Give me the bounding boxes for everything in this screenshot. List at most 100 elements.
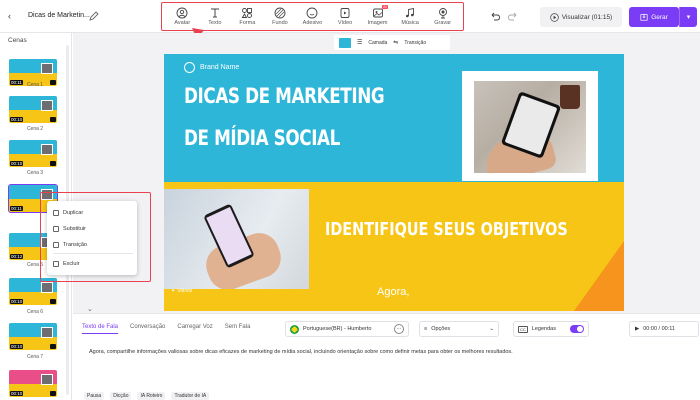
scene-duration: 00:10 <box>10 344 24 349</box>
scene-thumbnail[interactable]: 00:10 <box>9 278 57 305</box>
tab-no-speech[interactable]: Sem Fala <box>225 324 251 334</box>
scene-duration: 00:12 <box>10 254 24 259</box>
options-select[interactable]: ≡ Opções ⌄ <box>419 321 499 337</box>
tab-text-to-speech[interactable]: Texto de Fala <box>82 324 119 334</box>
scene-label: Cena 6 <box>26 309 44 315</box>
menu-item-label: Excluir <box>63 261 80 267</box>
menu-item-transition[interactable]: Transição <box>53 239 87 251</box>
tool-sticker[interactable]: Adesivo <box>298 7 326 26</box>
ai-script-button[interactable]: IA Roteiro <box>137 392 166 400</box>
preview-button[interactable]: Visualizar (01:15) <box>540 7 622 27</box>
phone-photo-top[interactable] <box>462 71 598 181</box>
chevron-down-icon: ⌄ <box>489 326 494 332</box>
menu-item-delete[interactable]: Excluir <box>53 258 80 270</box>
background-icon <box>274 7 286 19</box>
narration-textarea[interactable]: Agora, compartilhe informações valiosas … <box>89 349 689 355</box>
chevron-down-icon[interactable]: ⌄ <box>87 305 93 313</box>
menu-divider <box>53 253 133 254</box>
voice-name: Portuguese(BR) - Humberto <box>303 326 372 332</box>
brand-name: Brand Name <box>200 64 240 71</box>
scene-thumbnail[interactable]: 00:10 <box>9 323 57 350</box>
brazil-flag-icon <box>290 324 299 334</box>
watermark-logo: ✦ Vidnoz <box>171 288 192 294</box>
more-icon[interactable]: ··· <box>394 324 404 334</box>
record-icon <box>438 8 447 19</box>
tool-label: Fundo <box>272 20 288 26</box>
text-icon <box>210 8 219 18</box>
pause-button[interactable]: Pausa <box>84 392 105 400</box>
brand-block[interactable]: Brand Name <box>184 62 239 73</box>
music-icon <box>50 80 56 85</box>
tool-shapes[interactable]: Forma <box>233 7 261 26</box>
slide-canvas[interactable]: Brand Name DICAS DE MARKETING DE MÍDIA S… <box>164 54 624 311</box>
chevron-left-icon[interactable]: ‹ <box>8 11 11 21</box>
layer-button[interactable]: Camada <box>368 40 387 46</box>
music-icon <box>50 391 56 396</box>
music-icon <box>50 344 56 349</box>
shapes-icon <box>242 8 253 18</box>
pencil-icon[interactable] <box>88 10 100 22</box>
captions-toggle[interactable] <box>570 325 584 333</box>
menu-item-label: Transição <box>63 242 87 248</box>
scene-label: Cena 1 <box>26 82 44 88</box>
tab-conversation[interactable]: Conversação <box>130 324 165 334</box>
slide-corner-shape <box>574 241 624 311</box>
sliders-icon: ≡ <box>424 326 428 332</box>
diction-button[interactable]: Dicção <box>110 392 132 400</box>
generate-button[interactable]: Gerar <box>629 7 679 27</box>
scene-label: Cena 3 <box>26 170 44 176</box>
tab-upload-voice[interactable]: Carregar Voz <box>177 324 212 334</box>
duplicate-icon <box>53 210 59 216</box>
redo-icon[interactable] <box>507 10 519 22</box>
captions-label: Legendas <box>531 326 556 332</box>
menu-item-duplicate[interactable]: Duplicar <box>53 207 83 219</box>
tool-video[interactable]: Vídeo <box>331 7 359 26</box>
project-title[interactable]: Dicas de Marketin... <box>28 12 90 19</box>
tool-text[interactable]: Texto <box>201 7 229 26</box>
music-icon <box>406 7 415 18</box>
menu-item-replace[interactable]: Substituir <box>53 223 86 235</box>
slide-subtitle[interactable]: IDENTIFIQUE SEUS OBJETIVOS <box>325 219 568 240</box>
scene-thumbnail[interactable]: 00:10 <box>9 140 57 167</box>
scene-thumbnail[interactable]: 00:10 <box>9 96 57 123</box>
generate-dropdown-button[interactable]: ▾ <box>679 7 697 27</box>
ai-badge: AI <box>382 5 388 9</box>
scene-label: Cena 2 <box>26 126 44 132</box>
slide-caption[interactable]: Agora, <box>377 286 409 298</box>
scene-duration: 00:10 <box>10 161 24 166</box>
tool-label: Música <box>401 20 419 26</box>
undo-icon[interactable] <box>489 10 501 22</box>
ai-translator-button[interactable]: Tradutor de IA <box>171 392 210 400</box>
captions-toggle-box: CC Legendas <box>513 321 589 337</box>
tool-avatar[interactable]: Avatar <box>168 7 196 26</box>
tool-image[interactable]: AI Imagem <box>364 5 392 26</box>
scene-thumbnail[interactable]: 00:10 <box>9 370 57 397</box>
voice-select[interactable]: Portuguese(BR) - Humberto ··· <box>285 321 409 337</box>
color-swatch[interactable] <box>339 37 351 48</box>
trash-icon <box>53 261 59 267</box>
generate-label: Gerar <box>651 13 668 21</box>
transition-button[interactable]: Transição <box>404 40 426 46</box>
music-icon <box>50 117 56 122</box>
scene-duration: 00:10 <box>10 117 24 122</box>
slide-title-line-2[interactable]: DE MÍDIA SOCIAL <box>184 126 340 150</box>
tool-label: Vídeo <box>337 20 353 26</box>
chevron-down-icon: ▾ <box>686 14 691 21</box>
phone-photo-bottom[interactable] <box>164 189 309 289</box>
menu-item-label: Duplicar <box>63 210 84 216</box>
tool-label: Imagem <box>367 20 388 26</box>
canvas-mini-toolbar: ☰ Camada ⇋ Transição <box>334 35 450 50</box>
context-menu: Duplicar Substituir Transição Excluir <box>47 201 137 275</box>
script-panel: Texto de Fala Conversação Carregar Voz S… <box>73 313 700 400</box>
play-icon[interactable]: ▶ <box>635 326 639 332</box>
tool-background[interactable]: Fundo <box>266 7 294 26</box>
tool-label: Gravar <box>434 20 452 26</box>
video-icon <box>340 8 350 18</box>
avatar-icon <box>176 7 188 19</box>
slide-title-line-1[interactable]: DICAS DE MARKETING <box>184 84 385 108</box>
scenes-panel-title: Cenas <box>8 37 27 44</box>
music-icon <box>50 299 56 304</box>
tool-music[interactable]: Música <box>396 7 424 26</box>
tool-record[interactable]: Gravar <box>429 7 457 26</box>
tool-label: Adesivo <box>302 20 323 26</box>
